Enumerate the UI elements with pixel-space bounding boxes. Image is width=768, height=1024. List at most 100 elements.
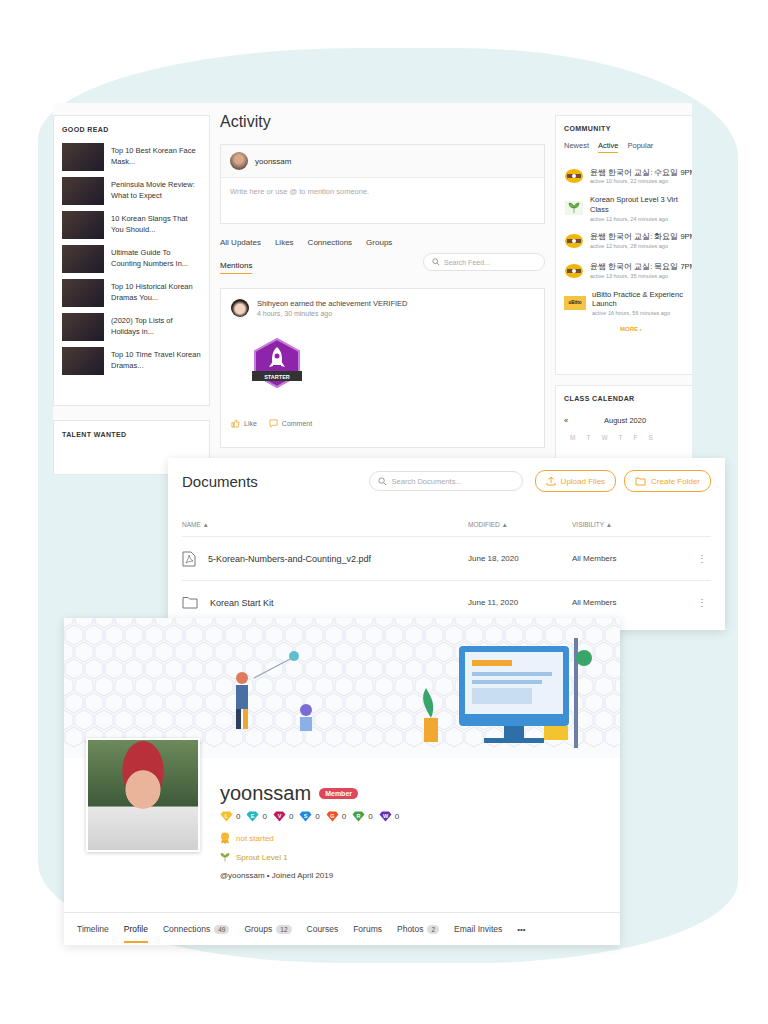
document-modified-cell: June 18, 2020 xyxy=(468,554,572,563)
good-read-item[interactable]: Top 10 Time Travel Korean Dramas... xyxy=(62,346,201,375)
member-avatar[interactable] xyxy=(231,299,249,317)
svg-text:STARTER: STARTER xyxy=(264,374,290,380)
community-item-text: 윤쌤 한국어 교실: 목요일 7PM active 13 hours, 35 m… xyxy=(590,262,692,279)
svg-text:W: W xyxy=(383,813,389,819)
profile-nav-tab[interactable]: Profile xyxy=(124,915,148,943)
profile-nav-tab[interactable]: Email Invites xyxy=(454,915,502,943)
profile-nav-tab[interactable]: Timeline xyxy=(77,915,109,943)
community-item[interactable]: 윤쌤 한국어 교실: 목요일 7PM active 13 hours, 35 m… xyxy=(564,260,692,282)
community-tab[interactable]: Popular xyxy=(627,141,653,153)
feed-action-label: Comment xyxy=(282,420,312,427)
profile-nav-count: 12 xyxy=(276,925,291,934)
upload-files-button[interactable]: Upload Files xyxy=(535,470,616,492)
article-title[interactable]: (2020) Top Lists of Holidays in... xyxy=(111,316,201,336)
calendar-title: CLASS CALENDAR xyxy=(564,395,692,402)
document-visibility-cell: All Members xyxy=(572,554,693,563)
feed-action-button[interactable]: Like xyxy=(231,419,257,428)
community-item-title: uBitto Practice & Experienc xyxy=(592,290,683,300)
profile-nav-more-button[interactable]: ••• xyxy=(517,916,525,943)
feed-item: Shihyeon earned the achievement VERIFIED… xyxy=(220,288,545,448)
document-modified-cell: June 11, 2020 xyxy=(468,598,572,607)
community-item[interactable]: 윤쌤 한국어 교실: 수요일 9PM active 10 hours, 22 m… xyxy=(564,165,692,187)
good-read-item[interactable]: Peninsula Movie Review: What to Expect xyxy=(62,176,201,205)
community-item-text: 윤쌤 한국어 교실: 수요일 9PM active 10 hours, 22 m… xyxy=(590,168,692,185)
community-item[interactable]: 윤쌤 한국어 교실: 화요일 9PM active 12 hours, 28 m… xyxy=(564,230,692,252)
good-read-item[interactable]: Top 10 Best Korean Face Mask... xyxy=(62,142,201,171)
gem-counter: G 0 xyxy=(326,811,346,822)
search-icon xyxy=(432,258,440,266)
calendar-prev-button[interactable]: « xyxy=(564,416,604,425)
feed-tab[interactable]: Groups xyxy=(366,238,392,251)
community-item-time: active 13 hours, 35 minutes ago xyxy=(590,273,692,279)
feed-tab[interactable]: Connections xyxy=(308,238,352,251)
feed-search-field[interactable]: Search Feed... xyxy=(423,253,545,271)
profile-nav-tab[interactable]: Connections 49 xyxy=(163,915,230,943)
svg-text:E: E xyxy=(251,813,255,819)
good-read-item[interactable]: (2020) Top Lists of Holidays in... xyxy=(62,312,201,341)
profile-nav-tab[interactable]: Photos 2 xyxy=(397,915,439,943)
community-item-text: uBitto Practice & ExperiencLaunch active… xyxy=(592,290,683,317)
good-read-item[interactable]: Ultimate Guide To Counting Numbers In... xyxy=(62,244,201,273)
thumbs-up-icon xyxy=(231,419,240,428)
class-logo-icon xyxy=(564,168,584,184)
profile-body: yoonssam Member L 0E 0V 0S 0G 0R 0W 0 no… xyxy=(64,758,620,880)
article-title[interactable]: 10 Korean Slangs That You Should... xyxy=(111,214,201,234)
community-more-link[interactable]: MORE › xyxy=(564,326,692,332)
profile-nav-tab[interactable]: Courses xyxy=(307,915,339,943)
calendar-weekday: T xyxy=(586,434,590,441)
sprout-icon xyxy=(220,852,230,862)
documents-search-field[interactable]: Search Documents... xyxy=(369,471,523,491)
column-header[interactable]: MODIFIED ▲ xyxy=(468,521,572,528)
gem-counter: S 0 xyxy=(299,811,319,822)
profile-nav-tab[interactable]: Forums xyxy=(353,915,382,943)
profile-nav-count: 2 xyxy=(427,925,439,934)
documents-header: Documents Search Documents... Upload Fil… xyxy=(182,458,711,504)
profile-nav: Timeline Profile Connections 49 Groups 12… xyxy=(64,912,620,945)
article-thumbnail xyxy=(62,347,104,375)
feed-action-button[interactable]: Comment xyxy=(269,419,312,428)
feed-item-text: Shihyeon earned the achievement VERIFIED xyxy=(257,299,408,308)
document-name-cell: Korean Start Kit xyxy=(182,596,468,609)
community-item-time: active 12 hours, 28 minutes ago xyxy=(590,243,692,249)
create-folder-button[interactable]: Create Folder xyxy=(624,470,711,492)
community-tab[interactable]: Active xyxy=(598,141,618,153)
gem-count: 0 xyxy=(395,812,399,821)
community-list: 윤쌤 한국어 교실: 수요일 9PM active 10 hours, 22 m… xyxy=(564,165,692,316)
gem-icon: E xyxy=(246,811,259,822)
svg-text:G: G xyxy=(330,813,334,819)
feed-tab[interactable]: Mentions xyxy=(220,261,252,274)
calendar-month: August 2020 xyxy=(604,416,646,425)
post-input[interactable]: Write here or use @ to mention someone. xyxy=(221,178,544,210)
document-menu-button[interactable]: ⋮ xyxy=(693,553,711,564)
documents-search-placeholder: Search Documents... xyxy=(392,477,462,486)
gem-counter: E 0 xyxy=(246,811,266,822)
article-title[interactable]: Top 10 Best Korean Face Mask... xyxy=(111,146,201,166)
document-menu-button[interactable]: ⋮ xyxy=(693,597,711,608)
community-item[interactable]: Korean Sprout Level 3 VirtClass active 1… xyxy=(564,195,692,222)
good-read-item[interactable]: 10 Korean Slangs That You Should... xyxy=(62,210,201,239)
document-row[interactable]: 5-Korean-Numbers-and-Counting_v2.pdf Jun… xyxy=(182,536,711,580)
feed-item-text-block: Shihyeon earned the achievement VERIFIED… xyxy=(257,299,408,317)
gem-count: 0 xyxy=(262,812,266,821)
good-read-item[interactable]: Top 10 Historical Korean Dramas You... xyxy=(62,278,201,307)
community-item[interactable]: uBitto uBitto Practice & ExperiencLaunch… xyxy=(564,290,692,317)
feed-tab[interactable]: Likes xyxy=(275,238,294,251)
feed-tab[interactable]: All Updates xyxy=(220,238,261,251)
community-tab[interactable]: Newest xyxy=(564,141,589,153)
article-title[interactable]: Top 10 Time Travel Korean Dramas... xyxy=(111,350,201,370)
profile-name: yoonssam xyxy=(220,782,311,805)
gem-counter: W 0 xyxy=(379,811,399,822)
activity-window: GOOD READ Top 10 Best Korean Face Mask..… xyxy=(53,103,692,475)
community-tabs: Newest Active Popular xyxy=(564,141,692,153)
community-title: COMMUNITY xyxy=(564,125,692,132)
column-header[interactable]: NAME ▲ xyxy=(182,521,468,528)
article-title[interactable]: Top 10 Historical Korean Dramas You... xyxy=(111,282,201,302)
article-title[interactable]: Peninsula Movie Review: What to Expect xyxy=(111,180,201,200)
column-header[interactable]: VISIBILITY ▲ xyxy=(572,521,693,528)
gem-count: 0 xyxy=(315,812,319,821)
feed-action-label: Like xyxy=(244,420,257,427)
brand-logo: uBitto xyxy=(564,296,586,310)
profile-nav-tab[interactable]: Groups 12 xyxy=(244,915,291,943)
article-title[interactable]: Ultimate Guide To Counting Numbers In... xyxy=(111,248,201,268)
article-thumbnail xyxy=(62,143,104,171)
